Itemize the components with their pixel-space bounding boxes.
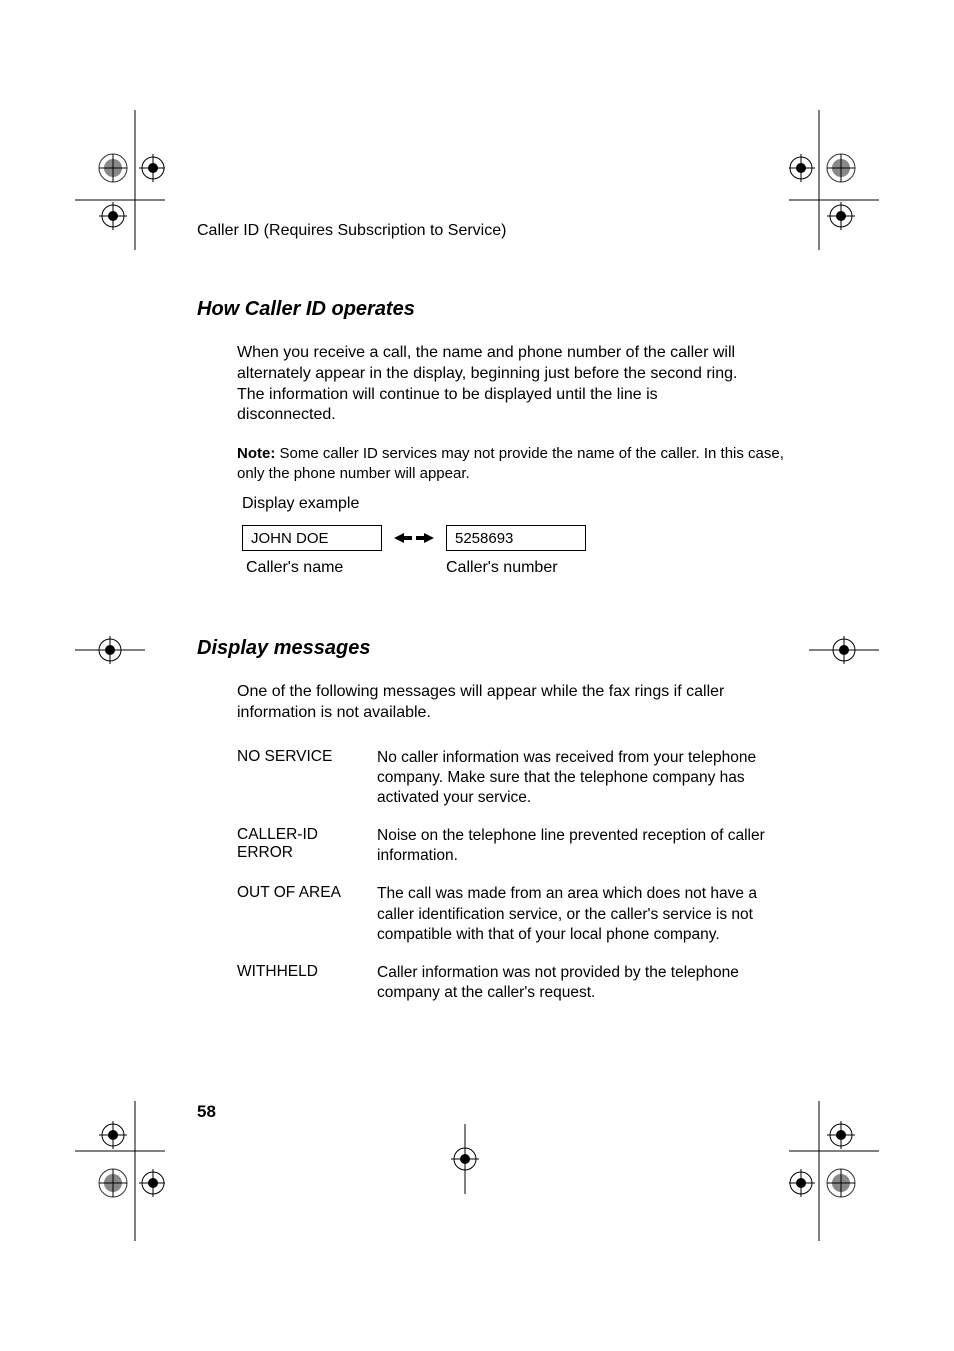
note-text: Note: Some caller ID services may not pr… <box>237 444 787 483</box>
message-row: WITHHELD Caller information was not prov… <box>237 963 787 1003</box>
page-header: Caller ID (Requires Subscription to Serv… <box>197 222 787 240</box>
note-body: Some caller ID services may not provide … <box>237 445 784 482</box>
page-content: Caller ID (Requires Subscription to Serv… <box>197 222 787 1021</box>
message-term: NO SERVICE <box>237 748 377 808</box>
section-heading-caller-id: How Caller ID operates <box>197 298 787 321</box>
caller-number-caption: Caller's number <box>446 559 558 577</box>
page-number: 58 <box>197 1102 216 1122</box>
caller-number-display-box: 5258693 <box>446 525 586 551</box>
message-row: NO SERVICE No caller information was rec… <box>237 748 787 808</box>
display-example: Display example JOHN DOE 5258693 Caller'… <box>242 495 787 577</box>
message-row: CALLER-ID ERROR Noise on the telephone l… <box>237 826 787 866</box>
crop-mark-top-right <box>789 110 879 250</box>
caller-name-display-box: JOHN DOE <box>242 525 382 551</box>
message-term: CALLER-ID ERROR <box>237 826 377 866</box>
double-arrow-icon <box>394 531 434 545</box>
body-paragraph-caller-id: When you receive a call, the name and ph… <box>237 343 757 426</box>
message-desc: Noise on the telephone line prevented re… <box>377 826 767 866</box>
note-label: Note: <box>237 445 275 462</box>
body-paragraph-display-messages: One of the following messages will appea… <box>237 682 757 724</box>
crop-mark-bottom-left <box>75 1101 165 1241</box>
registration-mark-bottom <box>445 1124 485 1199</box>
section-heading-display-messages: Display messages <box>197 637 787 660</box>
registration-mark-left <box>75 630 145 675</box>
caller-name-caption: Caller's name <box>246 559 398 577</box>
messages-table: NO SERVICE No caller information was rec… <box>237 748 787 1003</box>
message-row: OUT OF AREA The call was made from an ar… <box>237 884 787 944</box>
message-desc: The call was made from an area which doe… <box>377 884 767 944</box>
crop-mark-bottom-right <box>789 1101 879 1241</box>
message-desc: No caller information was received from … <box>377 748 767 808</box>
message-term: OUT OF AREA <box>237 884 377 944</box>
display-example-label: Display example <box>242 495 787 513</box>
message-desc: Caller information was not provided by t… <box>377 963 767 1003</box>
crop-mark-top-left <box>75 110 165 250</box>
message-term: WITHHELD <box>237 963 377 1003</box>
registration-mark-right <box>809 630 879 675</box>
